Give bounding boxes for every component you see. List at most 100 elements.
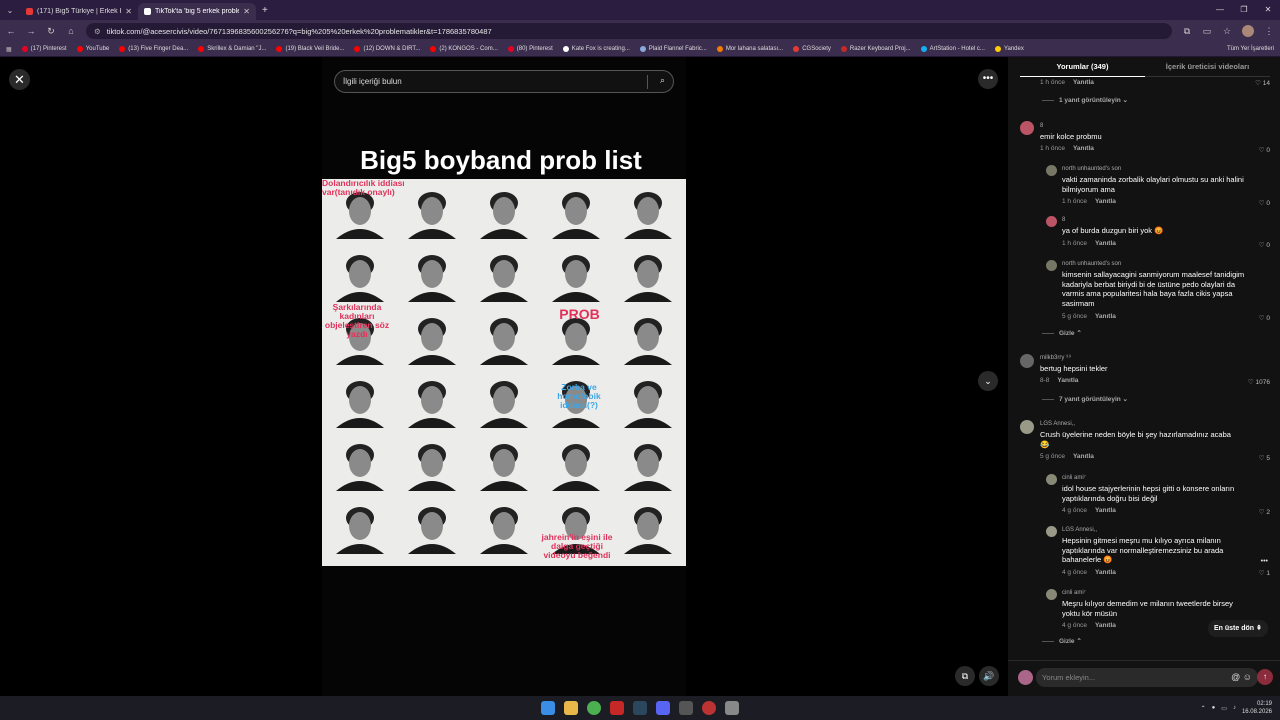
file-explorer-icon[interactable]	[564, 701, 578, 715]
comment-input[interactable]: Yorum ekleyin... @ ☺	[1036, 668, 1258, 687]
avatar[interactable]	[1020, 354, 1034, 368]
reply-link[interactable]: Yanıtla	[1095, 507, 1116, 514]
reply-link[interactable]: Yanıtla	[1057, 377, 1078, 384]
tray-chevron-icon[interactable]: ⌃	[1201, 705, 1206, 712]
bookmark-item[interactable]: (17) Pinterest	[21, 46, 67, 52]
steam-icon[interactable]	[633, 701, 647, 715]
next-video-button[interactable]: ⌄	[978, 371, 998, 391]
bookmark-item[interactable]: Kate Fox is creating...	[562, 46, 630, 52]
close-tab-icon[interactable]: ✕	[125, 7, 132, 16]
comment-author[interactable]: cinli ami⁷	[1062, 475, 1086, 481]
browser-menu-icon[interactable]: ⋮	[1264, 26, 1274, 37]
reply-link[interactable]: Yanıtla	[1095, 569, 1116, 576]
like-count[interactable]: ♡ 2	[1259, 508, 1270, 516]
reply-link[interactable]: Yanıtla	[1073, 453, 1094, 460]
new-tab-button[interactable]: +	[262, 5, 268, 16]
mention-emoji-icons[interactable]: @ ☺	[1231, 668, 1252, 687]
like-count[interactable]: ♡ 14	[1255, 79, 1270, 87]
view-replies-link[interactable]: 1 yanıt görüntüleyin ⌄	[1042, 96, 1128, 104]
avatar[interactable]	[1046, 165, 1057, 176]
forward-icon[interactable]: →	[26, 26, 36, 36]
reply-link[interactable]: Yanıtla	[1073, 79, 1094, 86]
search-icon[interactable]: ⌕	[660, 75, 665, 86]
avatar[interactable]	[1046, 526, 1057, 537]
back-icon[interactable]: ←	[6, 26, 16, 36]
all-bookmarks-link[interactable]: Tüm Yer İşaretleri	[1220, 42, 1274, 56]
avatar[interactable]	[1020, 420, 1034, 434]
comment-author[interactable]: 8	[1062, 217, 1065, 223]
bookmark-item[interactable]: Yandex	[994, 46, 1024, 52]
comment-author[interactable]: 8	[1040, 123, 1043, 129]
tab-search-icon[interactable]: ⌄	[0, 6, 20, 15]
bookmark-item[interactable]: Razer Keyboard Proj...	[840, 46, 911, 52]
tab-creator-videos[interactable]: İçerik üreticisi videoları	[1145, 57, 1270, 77]
volume-button[interactable]: 🔊	[979, 666, 999, 686]
comment-author[interactable]: north unhaunted's son	[1062, 166, 1121, 172]
browser-tab-tiktok[interactable]: TikTok'ta 'big 5 erkek problem... ✕	[138, 3, 256, 20]
reply-link[interactable]: Yanıtla	[1095, 198, 1116, 205]
reply-link[interactable]: Yanıtla	[1095, 622, 1116, 629]
comment-author[interactable]: LGS Annesi,,	[1062, 527, 1097, 533]
comment-author[interactable]: north unhaunted's son	[1062, 261, 1121, 267]
bookmark-item[interactable]: Mor lahana salatası...	[716, 46, 783, 52]
tab-comments[interactable]: Yorumlar (349)	[1020, 57, 1145, 77]
like-count[interactable]: ♡ 0	[1259, 146, 1270, 154]
view-replies-link[interactable]: 7 yanıt görüntüleyin ⌄	[1042, 395, 1128, 403]
more-options-button[interactable]: •••	[978, 69, 998, 89]
avatar[interactable]	[1046, 260, 1057, 271]
minimize-icon[interactable]: —	[1208, 0, 1232, 20]
translate-icon[interactable]: ⧉	[1182, 26, 1192, 37]
like-count[interactable]: ♡ 0	[1259, 241, 1270, 249]
reload-icon[interactable]: ↻	[46, 26, 56, 37]
close-window-icon[interactable]: ✕	[1256, 0, 1280, 20]
red-app-icon[interactable]	[610, 701, 624, 715]
reply-link[interactable]: Yanıtla	[1073, 145, 1094, 152]
opera-icon[interactable]	[702, 701, 716, 715]
comment-author[interactable]: cinli ami⁷	[1062, 590, 1086, 596]
avatar[interactable]	[1046, 589, 1057, 600]
bookmark-item[interactable]: YouTube	[76, 46, 109, 52]
bookmark-item[interactable]: (2) KONGOS - Com...	[430, 46, 498, 52]
like-count[interactable]: ♡ 5	[1259, 454, 1270, 462]
close-video-button[interactable]: ✕	[9, 69, 30, 90]
apps-grid-icon[interactable]: ▦	[6, 46, 12, 53]
bookmark-item[interactable]: (19) Black Veil Bride...	[276, 46, 344, 52]
comment-author[interactable]: milkb3rry ⁹⁹	[1040, 355, 1071, 361]
settings-gear-icon[interactable]	[725, 701, 739, 715]
volume-tray-icon[interactable]: ♪	[1233, 705, 1236, 711]
avatar[interactable]	[1020, 121, 1034, 135]
picture-in-picture-button[interactable]: ⧉	[955, 666, 975, 686]
back-to-top-button[interactable]: En üste dön ⇞	[1208, 620, 1268, 637]
like-count[interactable]: ♡ 0	[1259, 199, 1270, 207]
site-info-icon[interactable]: ⚙	[94, 27, 101, 36]
hide-replies-link[interactable]: Gizle ⌃	[1042, 637, 1082, 645]
like-count[interactable]: ♡ 1	[1259, 569, 1270, 577]
hide-replies-link[interactable]: Gizle ⌃	[1042, 329, 1082, 337]
profile-avatar[interactable]	[1242, 25, 1254, 37]
maximize-icon[interactable]: ❐	[1232, 0, 1256, 20]
bookmark-item[interactable]: (80) Pinterest	[507, 46, 553, 52]
bookmark-item[interactable]: Skrillex & Damian "J...	[198, 46, 266, 52]
windows-start-icon[interactable]	[541, 701, 555, 715]
reply-link[interactable]: Yanıtla	[1095, 313, 1116, 320]
avatar[interactable]	[1046, 474, 1057, 485]
comment-more-icon[interactable]: •••	[1261, 558, 1268, 565]
related-search-input[interactable]: İlgili içeriği bulun ⌕	[334, 70, 674, 93]
terminal-icon[interactable]	[679, 701, 693, 715]
home-icon[interactable]: ⌂	[66, 26, 76, 36]
chrome-icon[interactable]	[587, 701, 601, 715]
browser-tab-youtube[interactable]: (171) Big5 Türkiye | Erkek Hazır... ✕	[20, 3, 138, 20]
bookmark-item[interactable]: Plaid Flannel Fabric...	[639, 46, 707, 52]
url-field[interactable]: ⚙ tiktok.com/@acesercivis/video/76713968…	[86, 23, 1172, 39]
close-tab-icon[interactable]: ✕	[243, 7, 250, 16]
reply-link[interactable]: Yanıtla	[1095, 240, 1116, 247]
send-comment-button[interactable]: ↑	[1257, 669, 1273, 685]
bookmark-item[interactable]: (12) DOWN & DIRT...	[354, 46, 420, 52]
bookmark-item[interactable]: (13) Five Finger Dea...	[119, 46, 188, 52]
cast-icon[interactable]: ▭	[1202, 26, 1212, 37]
bookmark-star-icon[interactable]: ☆	[1222, 26, 1232, 37]
discord-icon[interactable]	[656, 701, 670, 715]
comment-author[interactable]: LGS Annesi,,	[1040, 421, 1075, 427]
like-count[interactable]: ♡ 1076	[1248, 378, 1270, 386]
mic-icon[interactable]: ●	[1212, 705, 1216, 711]
